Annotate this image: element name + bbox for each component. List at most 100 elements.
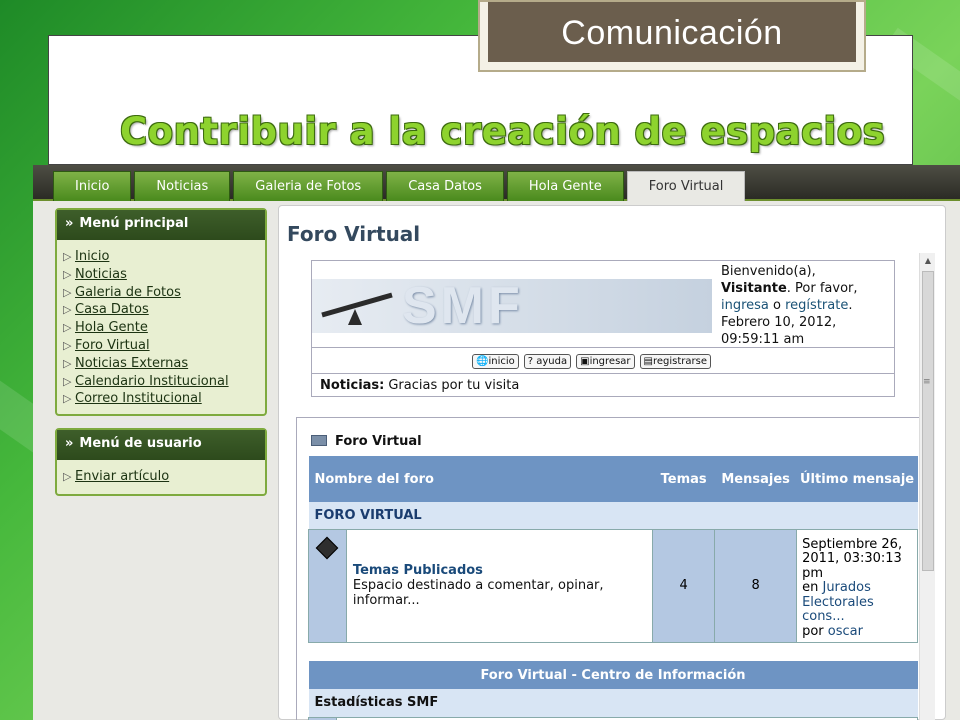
slide-heading: Contribuir a la creación de espacios — [120, 110, 886, 153]
smf-button-bar: 🌐inicio ? ayuda ▣ingresar ▤registrarse — [472, 354, 716, 369]
visitor-label: Visitante — [721, 281, 787, 296]
board-posts-count: 8 — [714, 528, 798, 643]
user-menu-title: Menú de usuario — [79, 436, 202, 452]
nav-tab-inicio[interactable]: Inicio — [53, 171, 132, 201]
menu-link-hola-gente[interactable]: ▷ Hola Gente — [63, 319, 259, 337]
last-post-date: Septiembre 26, 2011, 03:30:13 pm — [802, 536, 903, 581]
arrow-icon: ▷ — [63, 470, 72, 484]
menu-link-label: Inicio — [75, 249, 110, 264]
category-row: FORO VIRTUAL — [308, 502, 918, 529]
page-title: Foro Virtual — [287, 222, 421, 246]
stats-subtitle: Estadísticas SMF — [308, 689, 918, 717]
welcome-text: Bienvenido(a), — [721, 264, 816, 279]
news-bar: Noticias: Gracias por tu visita — [320, 378, 519, 393]
forum-caption: Foro Virtual — [311, 434, 422, 449]
nav-tab-noticias[interactable]: Noticias — [134, 171, 231, 201]
header-last-post: Último mensaje — [796, 456, 918, 502]
info-center-table: Foro Virtual - Centro de Información Est… — [308, 661, 918, 720]
forum-table: Nombre del foro Temas Mensajes Último me… — [308, 456, 918, 643]
header-posts: Mensajes — [714, 456, 797, 502]
left-sidebar: » Menú principal ▷ Inicio ▷ Noticias ▷ Galer… — [55, 208, 267, 508]
scroll-up-arrow-icon[interactable]: ▲ — [920, 253, 936, 269]
menu-link-label: Hola Gente — [75, 320, 148, 336]
menu-link-enviar-articulo[interactable]: ▷ Enviar artículo — [63, 468, 259, 486]
current-time: 09:59:11 am — [721, 332, 805, 347]
login-button[interactable]: ▣ingresar — [576, 354, 635, 369]
stats-subheader-row: Estadísticas SMF — [308, 689, 918, 717]
home-button[interactable]: 🌐inicio — [472, 354, 519, 369]
board-status-icon — [316, 536, 339, 559]
menu-link-correo-institucional[interactable]: ▷ Correo Institucional — [63, 390, 259, 408]
welcome-message: Bienvenido(a), Visitante. Por favor, ing… — [721, 263, 893, 348]
menu-link-label: Galeria de Fotos — [75, 284, 181, 300]
menu-link-inicio[interactable]: ▷ Inicio — [63, 248, 259, 266]
vertical-scrollbar[interactable]: ▲ ≡ — [919, 253, 935, 720]
main-content: Foro Virtual ▲ ≡ SMF Bienvenido(a), Visi… — [278, 205, 946, 720]
arrow-icon: ▷ — [63, 392, 72, 406]
folder-icon — [311, 435, 327, 446]
table-header-row: Nombre del foro Temas Mensajes Último me… — [308, 456, 918, 502]
user-menu-box: » Menú de usuario ▷ Enviar artículo — [55, 428, 267, 496]
current-date: Febrero 10, 2012, — [721, 315, 837, 330]
question-mark-icon: ? — [527, 356, 534, 367]
menu-link-noticias-externas[interactable]: ▷ Noticias Externas — [63, 355, 259, 373]
info-center-header-row: Foro Virtual - Centro de Información — [308, 661, 918, 689]
last-post-by: por — [802, 623, 824, 639]
menu-link-label: Noticias Externas — [75, 355, 189, 371]
menu-link-foro-virtual[interactable]: ▷ Foro Virtual — [63, 337, 259, 355]
user-menu-header: » Menú de usuario — [57, 430, 265, 461]
scroll-thumb[interactable] — [922, 271, 934, 571]
board-name-link[interactable]: Temas Publicados — [353, 563, 646, 578]
section-label: Comunicación — [488, 2, 856, 62]
board-last-post-cell: Septiembre 26, 2011, 03:30:13 pm en Jura… — [796, 528, 918, 643]
menu-link-label: Enviar artículo — [75, 469, 170, 485]
board-status-cell — [308, 528, 347, 643]
header-forum-name: Nombre del foro — [308, 456, 653, 502]
section-label-box: Comunicación — [478, 0, 866, 72]
register-button-label: registrarse — [652, 356, 707, 367]
divider — [312, 373, 894, 374]
home-button-label: inicio — [488, 356, 515, 367]
main-menu-title: Menú principal — [79, 216, 189, 231]
arrow-icon: ▷ — [63, 303, 72, 317]
menu-link-label: Noticias — [75, 266, 127, 282]
arrow-icon: ▷ — [63, 374, 72, 388]
nav-tab-casa-datos[interactable]: Casa Datos — [386, 171, 504, 201]
divider — [312, 347, 894, 348]
register-button[interactable]: ▤registrarse — [639, 354, 711, 369]
login-link[interactable]: ingresa — [721, 298, 769, 313]
globe-icon: 🌐 — [476, 356, 489, 367]
arrow-icon: ▷ — [63, 338, 72, 352]
menu-link-casa-datos[interactable]: ▷ Casa Datos — [63, 301, 259, 319]
news-text: Gracias por tu visita — [388, 378, 520, 393]
nav-tab-hola-gente[interactable]: Hola Gente — [506, 171, 624, 201]
seesaw-logo-icon — [321, 292, 393, 325]
info-center-title: Foro Virtual - Centro de Información — [308, 661, 918, 689]
menu-link-calendario-institucional[interactable]: ▷ Calendario Institucional — [63, 373, 259, 391]
website-screenshot: Inicio Noticias Galeria de Fotos Casa Da… — [33, 165, 960, 720]
period-text: . — [848, 298, 853, 313]
menu-link-galeria-de-fotos[interactable]: ▷ Galeria de Fotos — [63, 284, 259, 302]
forum-board-index: Foro Virtual Nombre del foro Temas Mensa… — [296, 417, 919, 720]
last-post-user-link[interactable]: oscar — [828, 624, 863, 639]
news-label: Noticias: — [320, 378, 385, 393]
smf-logo-text: SMF — [402, 277, 524, 335]
smf-forum-header: SMF Bienvenido(a), Visitante. Por favor,… — [311, 260, 895, 397]
menu-link-label: Calendario Institucional — [75, 373, 229, 389]
main-menu-box: » Menú principal ▷ Inicio ▷ Noticias ▷ Galer… — [55, 208, 267, 417]
arrow-icon: ▷ — [63, 356, 72, 370]
menu-link-label: Correo Institucional — [75, 391, 202, 407]
menu-link-label: Foro Virtual — [75, 337, 150, 353]
help-button[interactable]: ? ayuda — [523, 354, 572, 369]
nav-tab-foro-virtual[interactable]: Foro Virtual — [626, 171, 746, 201]
top-navigation-bar: Inicio Noticias Galeria de Fotos Casa Da… — [33, 165, 960, 201]
smf-logo: SMF — [312, 279, 712, 333]
board-info-cell: Temas Publicados Espacio destinado a com… — [345, 528, 654, 643]
menu-link-noticias[interactable]: ▷ Noticias — [63, 266, 259, 284]
category-name[interactable]: FORO VIRTUAL — [308, 502, 918, 529]
arrow-icon: ▷ — [63, 267, 72, 281]
header-topics: Temas — [652, 456, 715, 502]
table-row: Temas Publicados Espacio destinado a com… — [308, 528, 918, 643]
nav-tab-galeria-de-fotos[interactable]: Galeria de Fotos — [233, 171, 384, 201]
register-link[interactable]: regístrate — [785, 298, 848, 313]
